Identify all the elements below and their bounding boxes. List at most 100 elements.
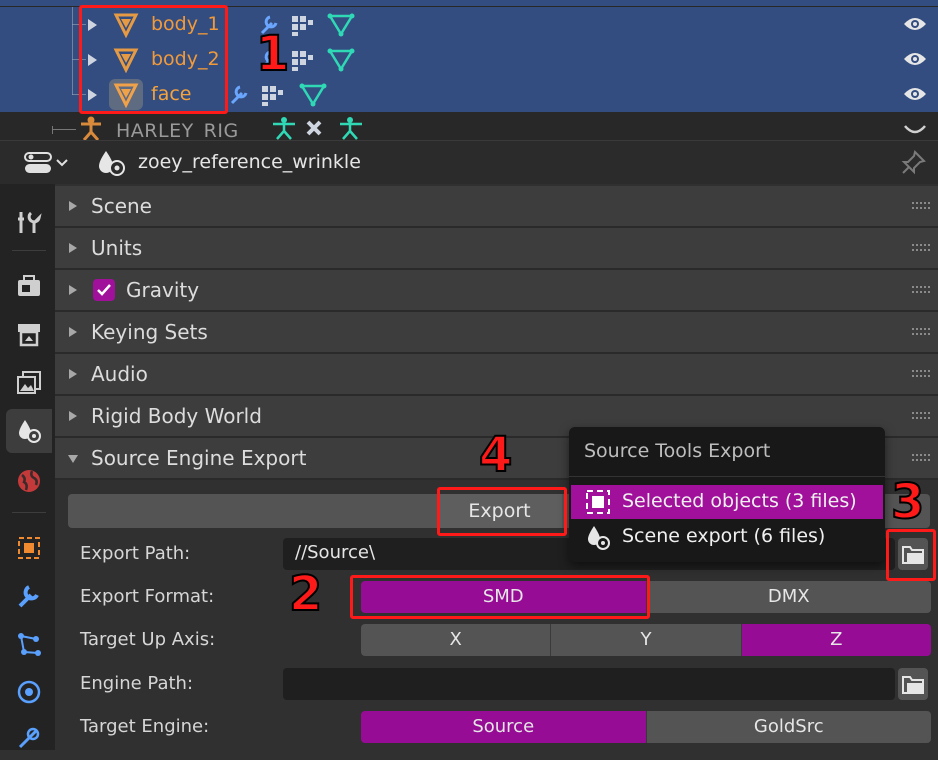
annotation-number-4: 4 (478, 427, 513, 483)
export-path-label: Export Path: (80, 543, 191, 564)
tab-divider (12, 512, 46, 513)
menu-item-label: Scene export (6 files) (622, 525, 826, 547)
editor-type-icon (24, 152, 68, 173)
axis-option-x[interactable]: X (361, 624, 552, 656)
drag-grip-icon[interactable] (912, 370, 930, 378)
tab-object[interactable] (6, 526, 52, 570)
target-engine-label: Target Engine: (80, 716, 210, 737)
tab-render[interactable] (6, 264, 52, 308)
drag-grip-icon[interactable] (912, 412, 930, 420)
annotation-box-1 (79, 5, 228, 114)
panel-label: Scene (91, 194, 152, 218)
gravity-checkbox[interactable] (93, 279, 115, 301)
collapse-arrow-icon[interactable] (69, 411, 77, 421)
panel-audio[interactable]: Audio (55, 354, 938, 396)
pin-icon[interactable] (901, 149, 927, 175)
tab-scene[interactable] (6, 409, 52, 453)
annotation-number-3: 3 (890, 474, 925, 530)
tree-line (52, 129, 76, 130)
object-name[interactable]: HARLEY_RIG (116, 120, 239, 140)
panel-label: Gravity (126, 278, 200, 302)
collapse-arrow-icon[interactable] (69, 327, 77, 337)
axis-option-z[interactable]: Z (741, 624, 931, 656)
checkmark-icon (97, 284, 111, 296)
engine-option-source[interactable]: Source (361, 711, 647, 743)
tab-particles[interactable] (6, 622, 52, 666)
tree-line (52, 126, 53, 134)
modifier-data-icons[interactable] (228, 83, 328, 107)
panel-label: Units (91, 236, 143, 260)
panel-label: Rigid Body World (91, 404, 262, 428)
target-up-axis-selector[interactable]: X Y Z (361, 624, 931, 656)
tab-physics[interactable] (6, 670, 52, 714)
physics-icon (17, 680, 41, 704)
expand-arrow-icon[interactable] (68, 455, 78, 463)
render-icon (18, 275, 40, 296)
world-icon (18, 470, 40, 492)
view-layer-icon (17, 371, 41, 394)
format-option-dmx[interactable]: DMX (646, 581, 931, 613)
export-format-label: Export Format: (80, 586, 215, 607)
armature-icon (81, 116, 101, 140)
panel-label: Audio (91, 362, 148, 386)
scene-icon (99, 151, 125, 176)
menu-item-label: Selected objects (3 files) (622, 490, 857, 512)
chevron-down-icon[interactable] (903, 124, 927, 136)
target-engine-selector[interactable]: Source GoldSrc (361, 711, 931, 743)
tab-divider (12, 250, 46, 251)
panel-keying-sets[interactable]: Keying Sets (55, 312, 938, 354)
tab-view-layer[interactable] (6, 360, 52, 404)
panel-units[interactable]: Units (55, 228, 938, 270)
drag-grip-icon[interactable] (912, 244, 930, 252)
collapse-arrow-icon[interactable] (69, 285, 77, 295)
panel-label: Source Engine Export (91, 446, 307, 470)
properties-tab-bar (0, 184, 55, 750)
collapse-arrow-icon[interactable] (69, 369, 77, 379)
tab-tool[interactable] (6, 200, 52, 244)
axis-option-y[interactable]: Y (551, 624, 742, 656)
engine-path-browse-button[interactable] (898, 668, 928, 700)
engine-option-goldsrc[interactable]: GoldSrc (646, 711, 931, 743)
tab-output[interactable] (6, 312, 52, 356)
tool-icon (18, 211, 42, 233)
panel-gravity[interactable]: Gravity (55, 270, 938, 312)
tab-modifiers[interactable] (6, 574, 52, 618)
target-up-axis-label: Target Up Axis: (80, 629, 216, 650)
tree-line (72, 77, 73, 95)
tab-constraints[interactable] (6, 716, 52, 760)
export-path-value: //Source\ (295, 542, 376, 563)
panel-scene[interactable]: Scene (55, 186, 938, 228)
object-icon (18, 537, 40, 559)
export-menu-title: Source Tools Export (584, 440, 771, 462)
wrench-icon (18, 585, 39, 608)
constraints-icon (18, 727, 40, 749)
editor-type-button[interactable] (22, 150, 72, 176)
drag-grip-icon[interactable] (912, 454, 930, 462)
drag-grip-icon[interactable] (912, 286, 930, 294)
drag-grip-icon[interactable] (912, 328, 930, 336)
collapse-arrow-icon[interactable] (69, 201, 77, 211)
menu-item-selected-objects[interactable]: Selected objects (3 files) (571, 485, 883, 519)
annotation-number-2: 2 (288, 566, 323, 622)
annotation-box-3 (886, 529, 936, 581)
annotation-number-1: 1 (255, 26, 290, 82)
selected-objects-icon (586, 490, 610, 514)
armature-data-icons[interactable] (270, 116, 370, 140)
scene-icon (19, 420, 41, 443)
folder-icon (902, 676, 924, 694)
eye-icon[interactable] (903, 50, 927, 68)
annotation-box-4 (437, 487, 567, 536)
engine-path-label: Engine Path: (80, 673, 194, 694)
drag-grip-icon[interactable] (912, 202, 930, 210)
collapse-arrow-icon[interactable] (69, 243, 77, 253)
eye-icon[interactable] (903, 15, 927, 33)
eye-icon[interactable] (903, 85, 927, 103)
particles-icon (18, 633, 41, 656)
annotation-box-2 (350, 575, 650, 619)
outliner-row-harley-rig[interactable]: HARLEY_RIG (0, 112, 938, 140)
output-icon (18, 324, 40, 347)
panel-label: Keying Sets (91, 320, 208, 344)
tab-world[interactable] (6, 459, 52, 503)
menu-item-scene-export[interactable]: Scene export (6 files) (571, 520, 883, 554)
engine-path-field[interactable] (283, 668, 895, 700)
